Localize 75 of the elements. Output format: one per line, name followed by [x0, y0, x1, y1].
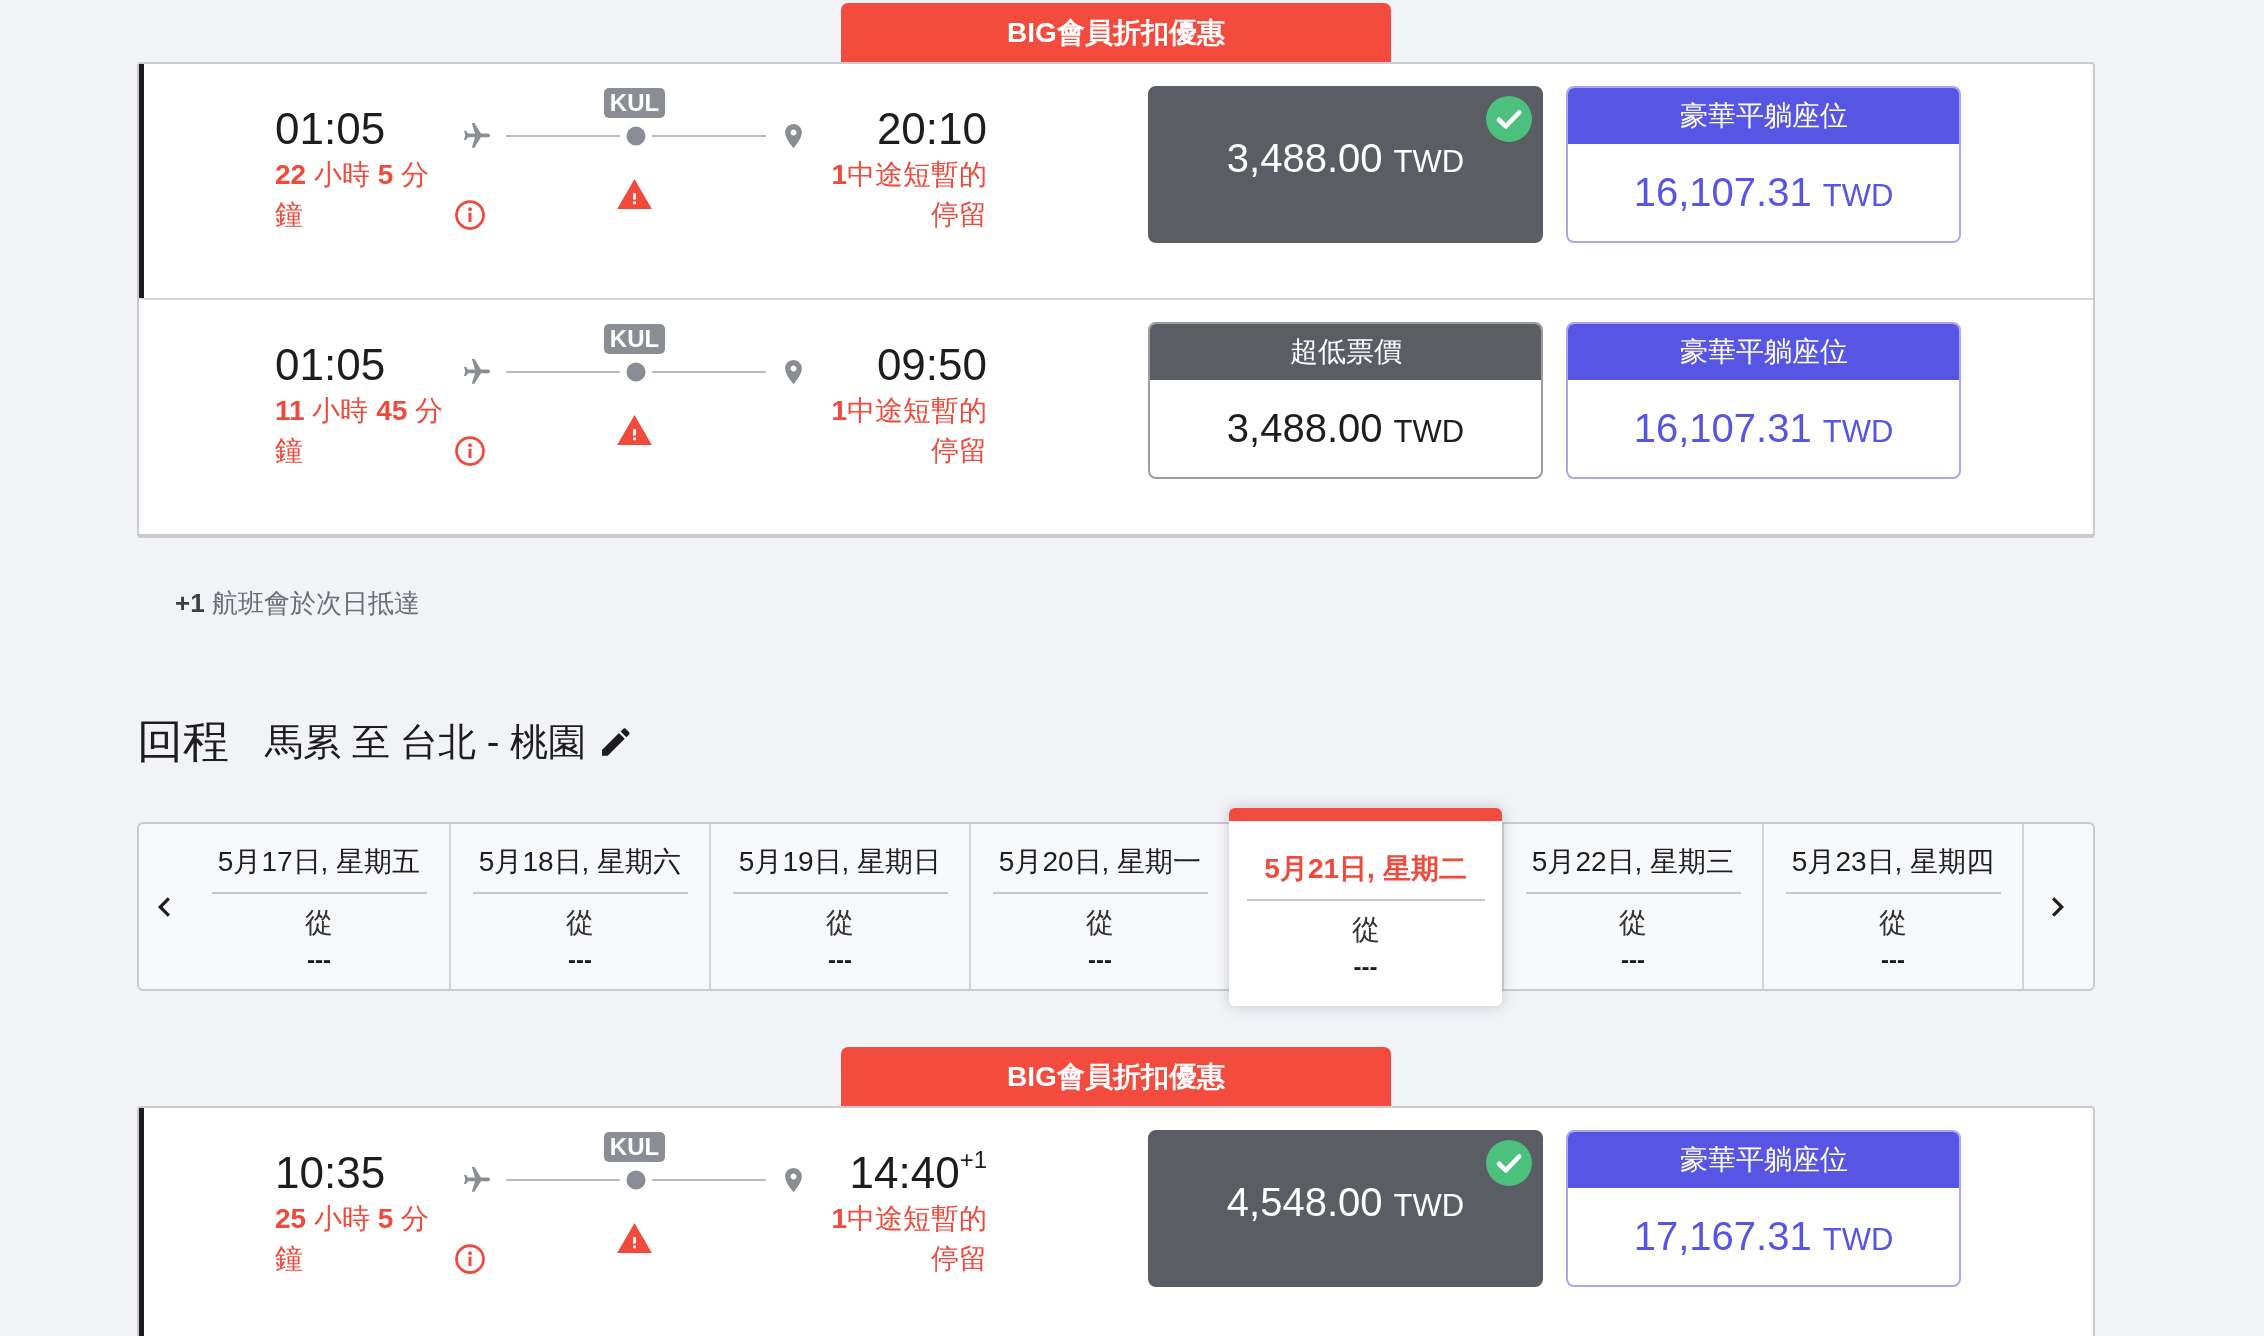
date-label: 5月23日, 星期四: [1791, 845, 1995, 879]
flight-duration: 11 小時 45 分鐘: [275, 394, 445, 468]
warning-icon: [617, 415, 652, 445]
promo-banner: BIG會員折扣優惠: [841, 3, 1391, 62]
departure-time: 01:05: [275, 103, 387, 155]
date-price: ---: [568, 946, 592, 974]
fare-price: 3,488.00 TWD: [1226, 406, 1465, 451]
from-label: 從: [826, 906, 854, 940]
departure-time: 10:35: [275, 1147, 387, 1199]
fare-option[interactable]: 豪華平躺座位 16,107.31 TWD: [1566, 322, 1961, 479]
date-price: ---: [1881, 946, 1905, 974]
fare-option[interactable]: 超低票價 3,488.00 TWD: [1148, 322, 1543, 479]
fare-price: 16,107.31 TWD: [1633, 406, 1894, 451]
map-pin-icon: [785, 124, 802, 148]
date-label: 5月21日, 星期二: [1264, 852, 1467, 886]
fare-option[interactable]: 豪華平躺座位 16,107.31 TWD: [1566, 86, 1961, 243]
map-pin-icon: [785, 1168, 802, 1192]
flight-duration: 25 小時 5 分鐘: [275, 1202, 431, 1276]
promo-banner: BIG會員折扣優惠: [841, 1047, 1391, 1106]
date-label: 5月19日, 星期日: [738, 845, 942, 879]
fare-option[interactable]: 4,548.00 TWD: [1148, 1130, 1543, 1287]
fare-class-header: 超低票價: [1150, 324, 1541, 380]
arrival-time: 14:40$^{+1}$: [848, 1147, 987, 1199]
fare-option[interactable]: 3,488.00 TWD: [1148, 86, 1543, 243]
fare-class-header: 豪華平躺座位: [1568, 88, 1959, 144]
date-label: 5月22日, 星期三: [1531, 845, 1735, 879]
from-label: 從: [305, 906, 333, 940]
from-label: 從: [1086, 906, 1114, 940]
date-label: 5月17日, 星期五: [217, 845, 421, 879]
stopover-code-tag: KUL: [603, 88, 666, 118]
stops-info: 1中途短暫的停留: [830, 394, 987, 468]
arrival-time: 20:10: [875, 103, 987, 155]
stops-info: 1中途短暫的停留: [830, 1202, 987, 1276]
date-price: ---: [1353, 953, 1378, 981]
warning-icon: [617, 1223, 652, 1253]
from-label: 從: [1879, 906, 1907, 940]
airplane-icon: [464, 359, 490, 385]
next-day-note: +1 航班會於次日抵達: [175, 588, 420, 618]
stopover-code-tag: KUL: [603, 324, 666, 354]
date-tab[interactable]: 5月21日, 星期二 從 ---: [1229, 808, 1502, 1006]
stops-info: 1中途短暫的停留: [830, 158, 987, 232]
fare-price: 4,548.00 TWD: [1226, 1180, 1465, 1225]
departure-time: 01:05: [275, 339, 387, 391]
info-icon[interactable]: [455, 436, 485, 466]
stopover-code-tag: KUL: [603, 1132, 666, 1162]
from-label: 從: [1619, 906, 1647, 940]
airplane-icon: [464, 123, 490, 149]
pencil-icon[interactable]: [601, 728, 631, 756]
from-label: 從: [1351, 913, 1380, 947]
check-icon: [1486, 96, 1532, 142]
date-label: 5月18日, 星期六: [478, 845, 682, 879]
fare-class-header: 豪華平躺座位: [1568, 1132, 1959, 1188]
check-icon: [1486, 1140, 1532, 1186]
fare-price: 16,107.31 TWD: [1633, 170, 1894, 215]
fare-price: 3,488.00 TWD: [1226, 136, 1465, 181]
info-icon[interactable]: [455, 200, 485, 230]
date-price: ---: [828, 946, 852, 974]
date-price: ---: [307, 946, 331, 974]
info-icon[interactable]: [455, 1244, 485, 1274]
airplane-icon: [464, 1167, 490, 1193]
arrival-time: 09:50: [875, 339, 987, 391]
warning-icon: [617, 179, 652, 209]
chevron-right-icon: [2052, 896, 2064, 917]
from-label: 從: [566, 906, 594, 940]
date-price: ---: [1088, 946, 1112, 974]
chevron-left-icon: [158, 896, 170, 917]
fare-option[interactable]: 豪華平躺座位 17,167.31 TWD: [1566, 1130, 1961, 1287]
date-price: ---: [1621, 946, 1645, 974]
route-title: 馬累 至 台北 - 桃園: [265, 719, 586, 765]
flight-duration: 22 小時 5 分鐘: [275, 158, 431, 232]
fare-price: 17,167.31 TWD: [1633, 1214, 1894, 1259]
date-label: 5月20日, 星期一: [998, 845, 1202, 879]
map-pin-icon: [785, 360, 802, 384]
section-title: 回程: [137, 714, 229, 769]
fare-class-header: 豪華平躺座位: [1568, 324, 1959, 380]
